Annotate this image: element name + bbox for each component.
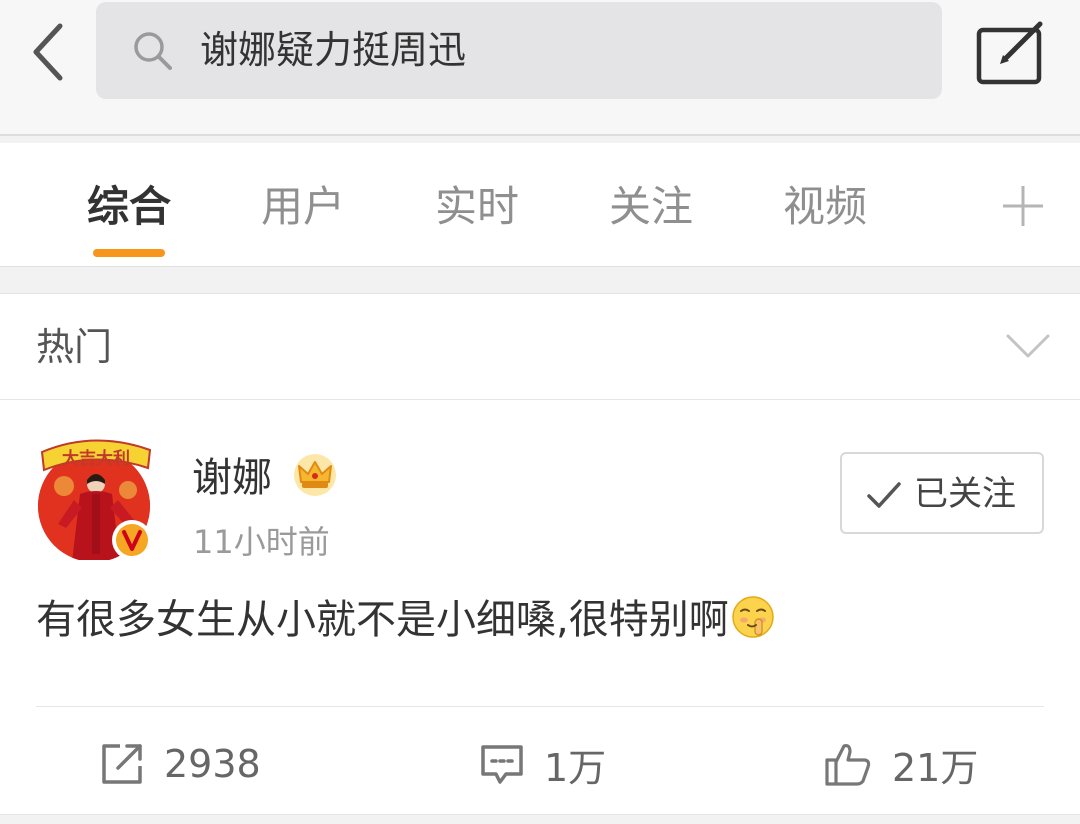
comment-count: 1万 xyxy=(544,745,607,790)
repost-icon xyxy=(102,744,142,784)
compose-button[interactable] xyxy=(970,18,1050,86)
search-icon xyxy=(134,32,172,70)
search-tabs: 综合 用户 实时 关注 视频 xyxy=(0,143,1080,267)
thumbs-up-icon xyxy=(825,744,871,786)
checkmark-icon xyxy=(867,482,901,508)
compose-icon xyxy=(976,21,1043,85)
plus-icon[interactable] xyxy=(1000,183,1046,229)
comment-button[interactable]: 1万 xyxy=(480,720,606,808)
avatar[interactable]: 大吉大利 xyxy=(36,428,158,560)
like-count: 21万 xyxy=(892,745,979,790)
followed-label: 已关注 xyxy=(914,474,1016,514)
chevron-down-icon[interactable] xyxy=(1004,326,1052,366)
section-title: 热门 xyxy=(36,325,113,369)
avatar-banner-text: 大吉大利 xyxy=(62,448,130,469)
like-button[interactable]: 21万 xyxy=(824,720,978,808)
followed-button[interactable]: 已关注 xyxy=(840,452,1044,534)
post-time: 11小时前 xyxy=(193,523,330,561)
bottom-strip xyxy=(0,814,1080,824)
search-query[interactable]: 谢娜疑力挺周迅 xyxy=(200,2,466,99)
crown-icon[interactable] xyxy=(292,452,338,498)
back-button[interactable] xyxy=(20,12,76,92)
post-text: 有很多女生从小就不是小细嗓,很特别啊 xyxy=(36,597,729,643)
repost-count: 2938 xyxy=(164,742,261,786)
tab-realtime[interactable]: 实时 xyxy=(417,143,537,267)
hot-section-header[interactable]: 热门 xyxy=(0,293,1080,400)
active-tab-indicator xyxy=(93,249,165,257)
tab-following[interactable]: 关注 xyxy=(591,143,711,267)
shush-emoji-icon xyxy=(731,596,774,638)
tab-users[interactable]: 用户 xyxy=(243,143,363,267)
comment-icon xyxy=(481,745,523,784)
tab-video[interactable]: 视频 xyxy=(765,143,885,267)
card-divider xyxy=(36,706,1044,707)
top-bar: 谢娜疑力挺周迅 xyxy=(0,0,1080,136)
repost-button[interactable]: 2938 xyxy=(100,720,261,808)
post-username[interactable]: 谢娜 xyxy=(192,450,272,506)
post-card[interactable]: 大吉大利 谢娜 11小时前 已关注 有很多女生从小就不是小细嗓,很特别啊 293… xyxy=(0,400,1080,814)
search-box[interactable]: 谢娜疑力挺周迅 xyxy=(96,2,942,99)
chevron-left-icon xyxy=(33,23,63,81)
post-text-container[interactable]: 有很多女生从小就不是小细嗓,很特别啊 xyxy=(36,590,775,650)
